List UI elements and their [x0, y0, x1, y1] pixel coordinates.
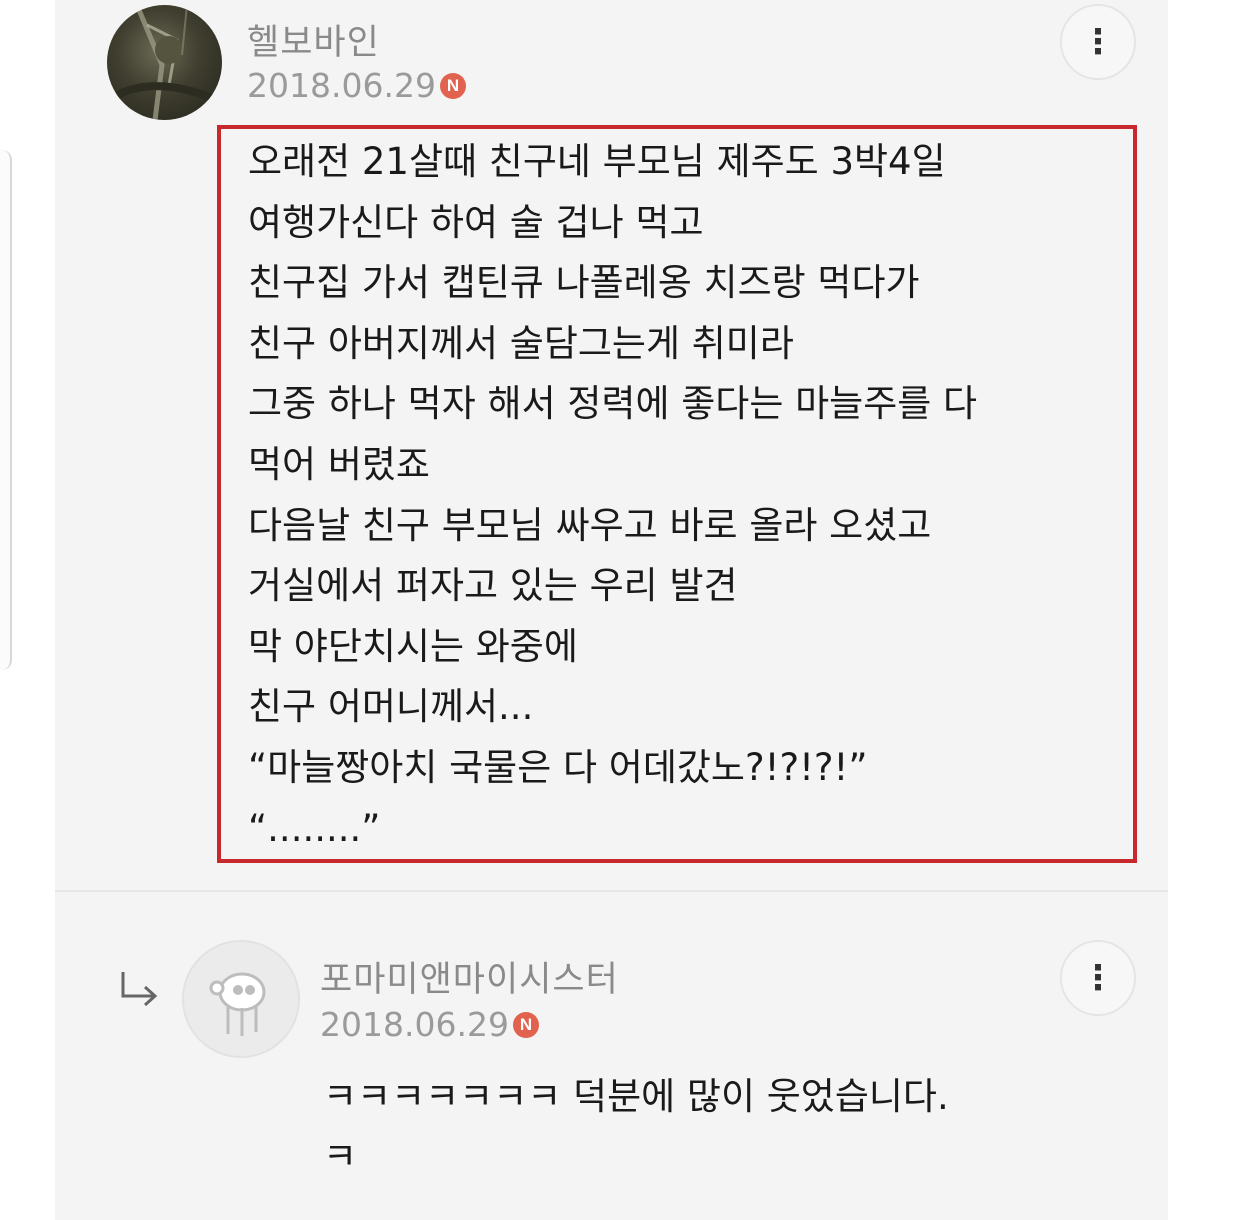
default-avatar-icon[interactable] — [182, 940, 300, 1058]
comment-item: 헬보바인 2018.06.29 N ⋮ 오래전 21살때 친구네 부모님 제주도… — [55, 0, 1168, 888]
avatar-photo-image — [115, 5, 219, 120]
comment-line: 친구 어머니께서... — [248, 685, 534, 729]
more-vertical-icon: ⋮ — [1081, 958, 1115, 998]
comment-line: “........” — [248, 806, 381, 850]
window-edge — [0, 150, 12, 670]
more-vertical-icon: ⋮ — [1081, 22, 1115, 62]
comment-line: 막 야단치시는 와중에 — [248, 624, 578, 668]
divider — [55, 890, 1168, 892]
comment-line: 친구집 가서 캡틴큐 나폴레옹 치즈랑 먹다가 — [248, 261, 920, 305]
reply-item: 포마미앤마이시스터 2018.06.29 N ⋮ ㅋㅋㅋㅋㅋㅋㅋ 덕분에 많이 … — [55, 895, 1168, 1220]
reply-date: 2018.06.29 — [320, 1005, 509, 1044]
reply-body: ㅋㅋㅋㅋㅋㅋㅋ 덕분에 많이 웃었습니다. ㅋ — [323, 1067, 949, 1187]
reply-author[interactable]: 포마미앤마이시스터 — [320, 951, 619, 1002]
new-badge: N — [512, 1011, 539, 1038]
comment-line: 친구 아버지께서 술담그는게 취미라 — [248, 321, 794, 365]
comment-line: 그중 하나 먹자 해서 정력에 좋다는 마늘주를 다 — [248, 382, 978, 426]
comment-body: 오래전 21살때 친구네 부모님 제주도 3박4일 여행가신다 하여 술 겁나 … — [248, 132, 977, 859]
reply-meta: 2018.06.29 N — [320, 1005, 539, 1044]
comment-meta: 2018.06.29 N — [247, 66, 466, 105]
comment-line: 거실에서 퍼자고 있는 우리 발견 — [248, 564, 738, 608]
comment-line: “마늘짱아치 국물은 다 어데갔노?!?!?!” — [248, 745, 868, 789]
reply-arrow-icon — [121, 972, 158, 1007]
comment-list: 헬보바인 2018.06.29 N ⋮ 오래전 21살때 친구네 부모님 제주도… — [55, 0, 1168, 1220]
reply-line: ㅋ — [323, 1135, 358, 1178]
comment-line: 먹어 버렸죠 — [248, 442, 430, 486]
reply-line: ㅋㅋㅋㅋㅋㅋㅋ 덕분에 많이 웃었습니다. — [323, 1075, 949, 1118]
new-badge: N — [439, 72, 466, 99]
comment-line: 다음날 친구 부모님 싸우고 바로 올라 오셨고 — [248, 503, 932, 547]
comment-author[interactable]: 헬보바인 — [247, 14, 380, 65]
user-avatar[interactable] — [107, 5, 222, 120]
comment-line: 오래전 21살때 친구네 부모님 제주도 3박4일 — [248, 140, 946, 183]
comment-line: 여행가신다 하여 술 겁나 먹고 — [248, 200, 704, 244]
more-options-button[interactable]: ⋮ — [1060, 4, 1136, 80]
comment-date: 2018.06.29 — [247, 66, 436, 105]
reply-more-options-button[interactable]: ⋮ — [1060, 940, 1136, 1016]
